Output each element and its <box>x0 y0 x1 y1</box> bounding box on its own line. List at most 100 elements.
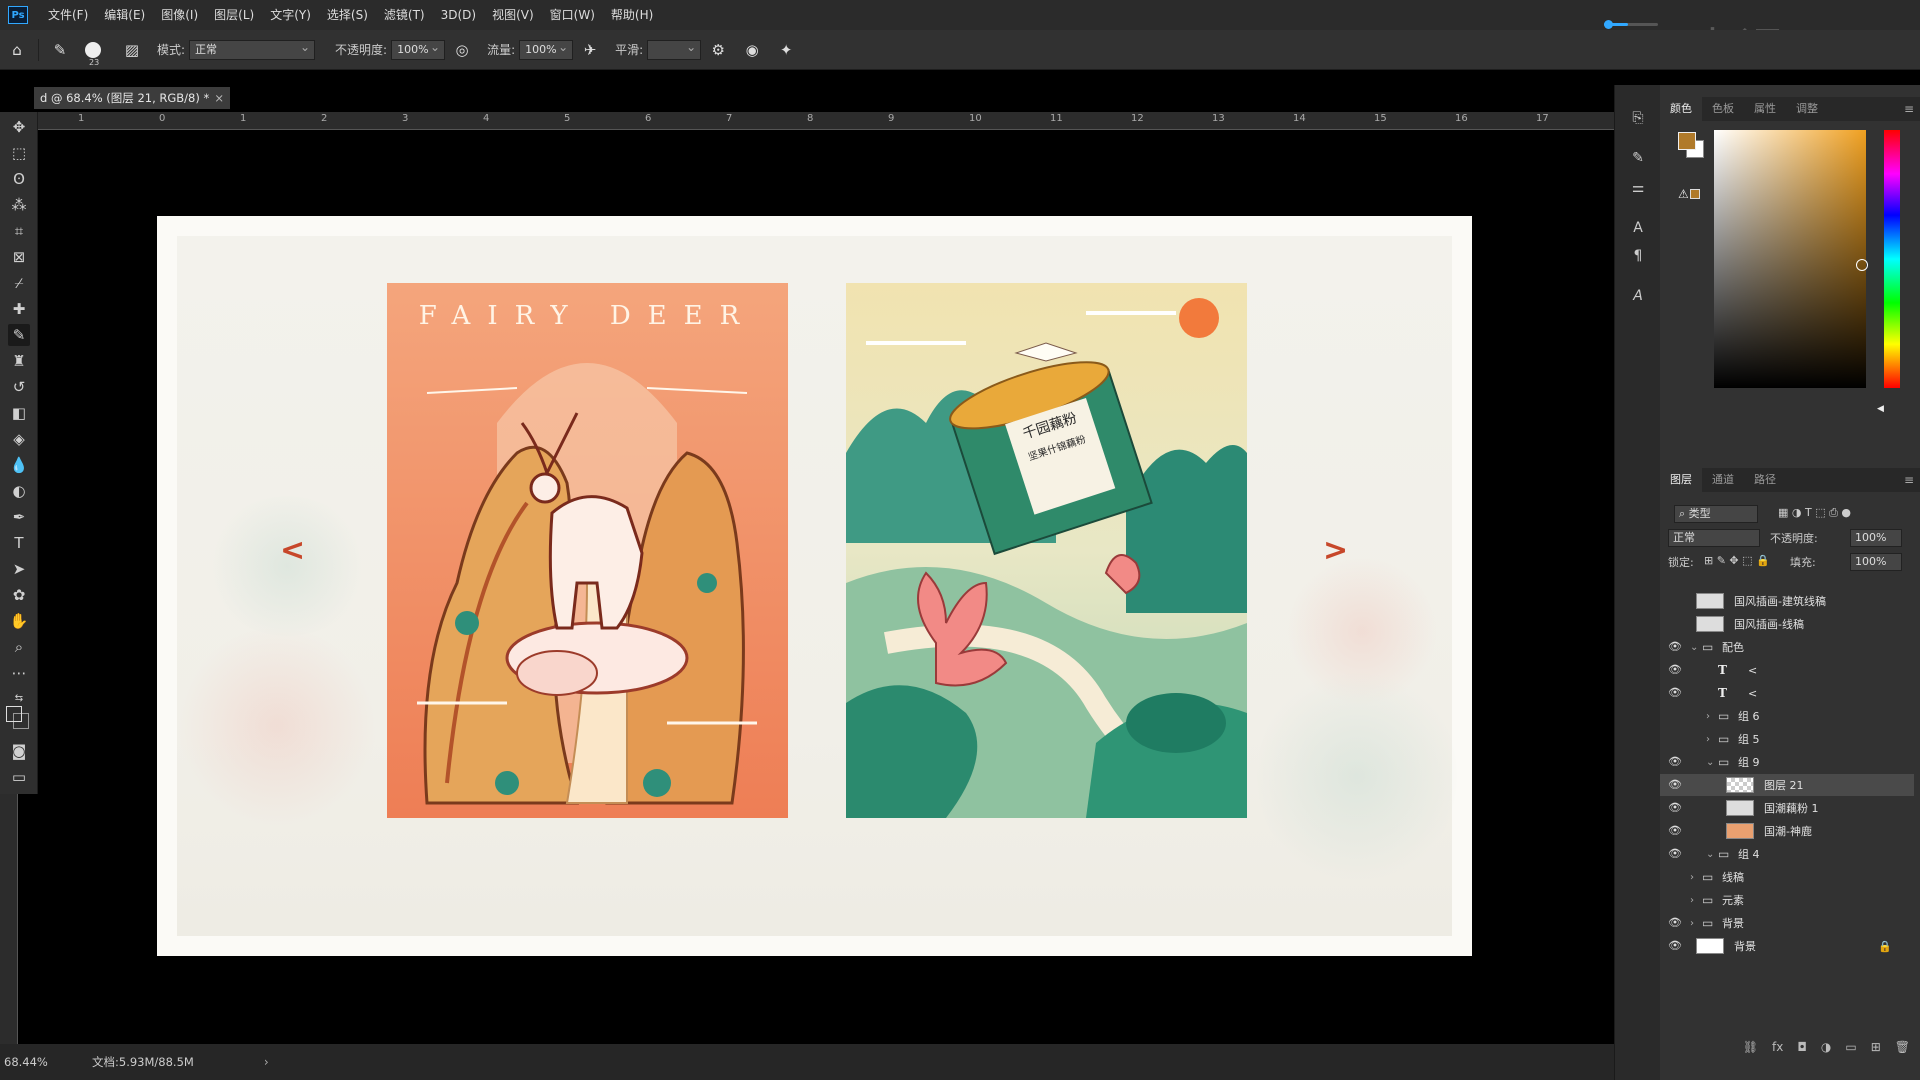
menu-select[interactable]: 选择(S) <box>319 0 376 30</box>
chevron-right-icon[interactable]: › <box>1706 734 1710 745</box>
layer-row[interactable]: › ▭ 组 5 <box>1660 728 1914 750</box>
layer-filter-select[interactable]: ⌕ 类型 <box>1674 505 1758 523</box>
layer-row[interactable]: › ▭ 元素 <box>1660 889 1914 911</box>
tab-adjustments[interactable]: 调整 <box>1786 97 1828 121</box>
layer-row[interactable]: 👁 ⌄ ▭ 组 4 <box>1660 843 1914 865</box>
eye-icon[interactable]: 👁 <box>1668 755 1682 769</box>
menu-view[interactable]: 视图(V) <box>484 0 542 30</box>
eraser-tool-icon[interactable]: ◧ <box>8 402 30 424</box>
color-fg-swatch[interactable] <box>1678 132 1696 150</box>
home-icon[interactable]: ⌂ <box>4 37 30 63</box>
color-field-cursor[interactable] <box>1856 259 1868 271</box>
smoothing-field[interactable] <box>647 38 702 60</box>
dodge-tool-icon[interactable]: ◐ <box>8 480 30 502</box>
chevron-down-icon[interactable]: ⌄ <box>1706 849 1714 860</box>
document-tab[interactable]: d @ 68.4% (图层 21, RGB/8) * × <box>34 87 230 109</box>
paragraph-panel-icon[interactable]: ¶ <box>1627 245 1649 267</box>
menu-window[interactable]: 窗口(W) <box>542 0 603 30</box>
tab-paths[interactable]: 路径 <box>1744 468 1786 492</box>
layer-row[interactable]: 👁 国潮藕粉 1 <box>1660 797 1914 819</box>
eyedropper-tool-icon[interactable]: ⌿ <box>8 272 30 294</box>
menu-3d[interactable]: 3D(D) <box>433 0 484 30</box>
panel-menu-icon[interactable]: ≡ <box>1904 102 1914 116</box>
layer-fill-field[interactable]: 100% <box>1850 553 1902 571</box>
eye-icon[interactable]: 👁 <box>1668 939 1682 953</box>
hue-slider-handle[interactable]: ◀ <box>1877 404 1884 414</box>
chevron-down-icon[interactable]: ⌄ <box>1690 642 1698 653</box>
panel-menu-icon[interactable]: ≡ <box>1904 473 1914 487</box>
marquee-tool-icon[interactable]: ⬚ <box>8 142 30 164</box>
eye-icon[interactable]: 👁 <box>1668 686 1682 700</box>
tab-swatches[interactable]: 色板 <box>1702 97 1744 121</box>
filter-icons[interactable]: ▦ ◑ T ⬚ ⎙ ● <box>1778 506 1851 520</box>
glyphs-panel-icon[interactable]: A <box>1627 285 1649 307</box>
frame-tool-icon[interactable]: ⊠ <box>8 246 30 268</box>
eye-icon[interactable]: 👁 <box>1668 824 1682 838</box>
crop-tool-icon[interactable]: ⌗ <box>8 220 30 242</box>
layer-row-selected[interactable]: 👁 图层 21 <box>1660 774 1914 796</box>
flow-field[interactable]: 100% <box>519 38 574 60</box>
layer-row[interactable]: › ▭ 组 6 <box>1660 705 1914 727</box>
stamp-tool-icon[interactable]: ♜ <box>8 350 30 372</box>
eye-icon[interactable]: 👁 <box>1668 663 1682 677</box>
menu-image[interactable]: 图像(I) <box>153 0 206 30</box>
eye-icon[interactable]: 👁 <box>1668 801 1682 815</box>
blend-mode-select[interactable]: 正常 <box>1668 529 1760 547</box>
menu-filter[interactable]: 滤镜(T) <box>376 0 433 30</box>
lock-icons[interactable]: ⊞ ✎ ✥ ⬚ 🔒 <box>1704 554 1770 567</box>
history-brush-tool-icon[interactable]: ↺ <box>8 376 30 398</box>
layer-row[interactable]: 国风插画-建筑线稿 <box>1660 590 1914 612</box>
layer-row[interactable]: 👁 国潮-神鹿 <box>1660 820 1914 842</box>
new-group-icon[interactable]: ▭ <box>1845 1040 1856 1054</box>
chevron-right-icon[interactable]: › <box>1690 872 1694 883</box>
menu-layer[interactable]: 图层(L) <box>206 0 262 30</box>
brush-panel-icon[interactable]: ✎ <box>1627 147 1649 169</box>
quick-mask-icon[interactable]: ◙ <box>8 740 30 762</box>
type-tool-icon[interactable]: T <box>8 532 30 554</box>
eye-icon[interactable]: 👁 <box>1668 916 1682 930</box>
symmetry-icon[interactable]: ✦ <box>773 37 799 63</box>
character-panel-icon[interactable]: A <box>1627 217 1649 239</box>
magic-wand-tool-icon[interactable]: ⁂ <box>8 194 30 216</box>
new-layer-icon[interactable]: ⊞ <box>1871 1040 1881 1054</box>
hand-tool-icon[interactable]: ✋ <box>8 610 30 632</box>
brush-settings-icon[interactable]: ▨ <box>119 37 145 63</box>
fx-icon[interactable]: fx <box>1772 1040 1783 1054</box>
layer-row[interactable]: 国风插画-线稿 <box>1660 613 1914 635</box>
eye-icon[interactable]: 👁 <box>1668 847 1682 861</box>
screen-mode-icon[interactable]: ▭ <box>8 766 30 788</box>
brush-preset-icon[interactable]: ✎ <box>47 37 73 63</box>
airbrush-icon[interactable]: ✈ <box>577 37 603 63</box>
layer-row[interactable]: 👁 背景 🔒 <box>1660 935 1914 957</box>
layer-row[interactable]: 👁 ⌄ ▭ 组 9 <box>1660 751 1914 773</box>
shape-tool-icon[interactable]: ✿ <box>8 584 30 606</box>
tab-layers[interactable]: 图层 <box>1660 468 1702 492</box>
eye-icon[interactable]: 👁 <box>1668 778 1682 792</box>
tab-channels[interactable]: 通道 <box>1702 468 1744 492</box>
healing-tool-icon[interactable]: ✚ <box>8 298 30 320</box>
chevron-down-icon[interactable]: ⌄ <box>1706 757 1714 768</box>
layer-row[interactable]: 👁 T < <box>1660 682 1914 704</box>
zoom-slider[interactable] <box>1604 20 1658 29</box>
pressure-opacity-icon[interactable]: ◎ <box>449 37 475 63</box>
paint-bucket-tool-icon[interactable]: ◈ <box>8 428 30 450</box>
brush-tool-icon[interactable]: ✎ <box>8 324 30 346</box>
trash-icon[interactable]: 🗑 <box>1895 1040 1910 1054</box>
move-tool-icon[interactable]: ✥ <box>8 116 30 138</box>
chevron-right-icon[interactable]: › <box>1690 895 1694 906</box>
lasso-tool-icon[interactable]: ʘ <box>8 168 30 190</box>
close-icon[interactable]: × <box>214 87 224 109</box>
status-menu-arrow[interactable]: › <box>264 1055 269 1069</box>
canvas-area[interactable]: < > FAIRY DEER 千园藕粉 坚果什锦藕粉 <box>38 130 1614 1044</box>
gear-icon[interactable]: ⚙ <box>705 37 731 63</box>
link-layers-icon[interactable]: ⛓ <box>1743 1040 1758 1054</box>
foreground-color-swatch[interactable] <box>6 706 22 722</box>
layer-opacity-field[interactable]: 100% <box>1850 529 1902 547</box>
tab-color[interactable]: 颜色 <box>1660 97 1702 121</box>
layer-row[interactable]: › ▭ 线稿 <box>1660 866 1914 888</box>
hue-slider[interactable] <box>1884 130 1900 388</box>
blur-tool-icon[interactable]: 💧 <box>8 454 30 476</box>
add-mask-icon[interactable]: ◘ <box>1797 1040 1807 1054</box>
tab-properties[interactable]: 属性 <box>1744 97 1786 121</box>
color-field[interactable] <box>1714 130 1868 388</box>
